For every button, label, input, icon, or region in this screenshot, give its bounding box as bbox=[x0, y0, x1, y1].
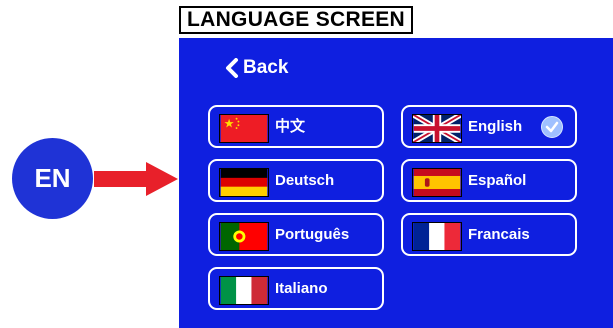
language-label-espanol: Español bbox=[468, 172, 527, 189]
page-title: LANGUAGE SCREEN bbox=[179, 6, 414, 34]
language-button-espanol[interactable]: Español bbox=[401, 159, 577, 202]
language-label-deutsch: Deutsch bbox=[275, 172, 335, 189]
germany-flag-icon bbox=[219, 168, 269, 197]
language-button-italiano[interactable]: Italiano bbox=[208, 267, 384, 310]
italy-flag-icon bbox=[219, 276, 269, 305]
language-label-francais: Francais bbox=[468, 226, 530, 243]
language-indicator-text: EN bbox=[34, 163, 71, 193]
language-indicator-badge: EN bbox=[12, 138, 93, 219]
check-circle-icon bbox=[541, 116, 563, 138]
language-label-portugues: Português bbox=[275, 226, 350, 243]
language-label-english: English bbox=[468, 118, 523, 135]
spain-flag-icon bbox=[412, 168, 462, 197]
language-label-chinese: 中文 bbox=[275, 118, 306, 135]
china-flag-icon bbox=[219, 114, 269, 143]
back-button-label: Back bbox=[243, 57, 289, 78]
language-screen-panel: Back 中文 English Deutsch Español Portuguê… bbox=[179, 38, 613, 328]
france-flag-icon bbox=[412, 222, 462, 251]
back-button[interactable]: Back bbox=[225, 57, 288, 79]
language-button-francais[interactable]: Francais bbox=[401, 213, 577, 256]
language-label-italiano: Italiano bbox=[275, 280, 328, 297]
portugal-flag-icon bbox=[219, 222, 269, 251]
language-button-english[interactable]: English bbox=[401, 105, 577, 148]
arrow-right-icon bbox=[94, 162, 178, 196]
chevron-left-icon bbox=[226, 58, 238, 78]
uk-flag-icon bbox=[412, 114, 462, 143]
language-button-chinese[interactable]: 中文 bbox=[208, 105, 384, 148]
language-button-deutsch[interactable]: Deutsch bbox=[208, 159, 384, 202]
language-button-portugues[interactable]: Português bbox=[208, 213, 384, 256]
